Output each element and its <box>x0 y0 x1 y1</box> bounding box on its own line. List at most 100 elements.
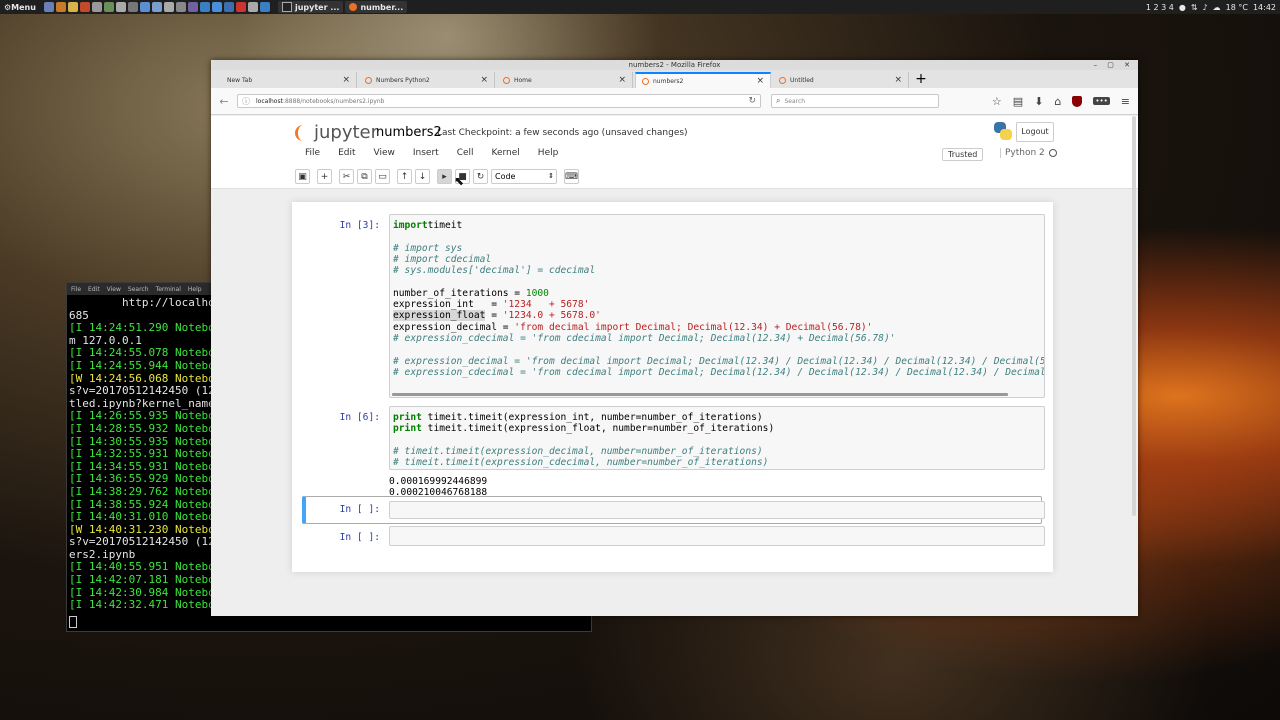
menu-cell[interactable]: Cell <box>447 148 482 158</box>
close-tab-icon[interactable]: × <box>894 75 902 85</box>
terminal-menu-edit[interactable]: Edit <box>88 286 100 293</box>
notebook-name[interactable]: numbers2 <box>376 125 442 140</box>
terminal-menu-search[interactable]: Search <box>128 286 149 293</box>
tab-untitled[interactable]: Untitled × <box>773 72 909 88</box>
logout-button[interactable]: Logout <box>1016 122 1054 142</box>
menu-insert[interactable]: Insert <box>403 148 447 158</box>
tab-label: New Tab <box>227 76 253 84</box>
terminal-menu-view[interactable]: View <box>107 286 121 293</box>
close-tab-icon[interactable]: × <box>618 75 626 85</box>
ublock-icon[interactable] <box>1072 95 1083 107</box>
app-launcher-icon[interactable] <box>103 2 114 12</box>
code-editor[interactable] <box>389 501 1045 519</box>
panel-menu-button[interactable]: ⚙Menu <box>0 3 40 12</box>
window-controls[interactable]: – ▢ ✕ <box>1094 60 1134 70</box>
extension-icon[interactable]: ••• <box>1093 97 1110 105</box>
code-cell[interactable]: In [ ]: <box>300 526 1045 550</box>
menu-file[interactable]: File <box>297 148 328 158</box>
kernel-indicator[interactable]: Python 2 <box>1000 148 1057 158</box>
code-cell[interactable]: In [6]: print timeit.timeit(expression_i… <box>300 406 1045 498</box>
tab-new-tab[interactable]: New Tab × <box>221 72 357 88</box>
volume-icon[interactable]: ♪ <box>1203 3 1208 12</box>
navigation-bar: ← ⓘ localhost :8888/notebooks/numbers2.i… <box>211 88 1138 115</box>
code-line: # import sys <box>393 242 463 254</box>
tab-numbers2[interactable]: numbers2 × <box>635 72 771 88</box>
folder-icon[interactable] <box>67 2 78 12</box>
app-launcher-icon[interactable] <box>79 2 90 12</box>
app-launcher-icon[interactable] <box>235 2 246 12</box>
clock[interactable]: 14:42 <box>1253 3 1276 12</box>
app-launcher-icon[interactable] <box>43 2 54 12</box>
cell-type-select[interactable]: Code ⇕ <box>491 169 557 184</box>
menu-kernel[interactable]: Kernel <box>482 148 528 158</box>
clipboard-icon[interactable]: ▤ <box>1013 95 1023 108</box>
close-tab-icon[interactable]: × <box>756 76 764 86</box>
app-launcher-icon[interactable] <box>151 2 162 12</box>
code-editor[interactable]: importtimeit # import sys # import cdecima… <box>389 214 1045 398</box>
back-icon[interactable]: ← <box>217 95 231 108</box>
code-cell[interactable]: In [ ]: <box>300 498 1045 522</box>
home-icon[interactable]: ⌂ <box>1054 95 1061 108</box>
new-tab-button[interactable]: + <box>911 72 931 88</box>
search-bar[interactable]: ⌕ Search <box>771 94 939 108</box>
paste-icon[interactable]: ▭ <box>375 169 390 184</box>
horizontal-scrollbar[interactable] <box>392 393 1008 396</box>
url-bar[interactable]: ⓘ localhost :8888/notebooks/numbers2.ipy… <box>237 94 761 108</box>
app-launcher-icon[interactable] <box>259 2 270 12</box>
keyboard-icon[interactable]: ⌨ <box>564 169 579 184</box>
reload-icon[interactable]: ↻ <box>748 96 756 106</box>
app-launcher-icon[interactable] <box>115 2 126 12</box>
move-up-icon[interactable]: ↑ <box>397 169 412 184</box>
menu-help[interactable]: Help <box>528 148 567 158</box>
app-launcher-icon[interactable] <box>175 2 186 12</box>
page-scrollbar[interactable] <box>1132 116 1136 516</box>
code-cell[interactable]: In [3]: importtimeit # import sys # import… <box>300 214 1045 398</box>
code-line: # timeit.timeit(expression_cdecimal, num… <box>393 457 769 469</box>
close-tab-icon[interactable]: × <box>342 75 350 85</box>
tab-numbers-python2[interactable]: Numbers Python2 × <box>359 72 495 88</box>
tab-home[interactable]: Home × <box>497 72 633 88</box>
network-icon[interactable]: ⇅ <box>1191 3 1198 12</box>
save-icon[interactable]: ▣ <box>295 169 310 184</box>
download-icon[interactable]: ⬇ <box>1034 95 1043 108</box>
move-down-icon[interactable]: ↓ <box>415 169 430 184</box>
app-launcher-icon[interactable] <box>127 2 138 12</box>
app-launcher-icon[interactable] <box>163 2 174 12</box>
app-launcher-icon[interactable] <box>199 2 210 12</box>
menu-edit[interactable]: Edit <box>328 148 363 158</box>
run-cell-button[interactable]: ▸ <box>437 169 452 184</box>
close-tab-icon[interactable]: × <box>480 75 488 85</box>
workspace-switcher[interactable]: 1 2 3 4 <box>1146 3 1174 12</box>
user-icon[interactable]: ● <box>1179 3 1186 12</box>
insert-cell-button[interactable]: + <box>317 169 332 184</box>
hamburger-menu-icon[interactable]: ≡ <box>1121 95 1130 108</box>
bookmark-star-icon[interactable]: ☆ <box>992 95 1002 108</box>
code-editor[interactable] <box>389 526 1045 546</box>
terminal-prompt[interactable] <box>67 614 591 631</box>
app-launcher-icon[interactable] <box>55 2 66 12</box>
app-launcher-icon[interactable] <box>187 2 198 12</box>
taskbar-item-jupyter[interactable]: jupyter ... <box>277 1 344 13</box>
terminal-menu-help[interactable]: Help <box>188 286 202 293</box>
app-launcher-icon[interactable] <box>139 2 150 12</box>
cut-icon[interactable]: ✂ <box>339 169 354 184</box>
python-logo-icon <box>994 122 1012 140</box>
kernel-idle-icon <box>1048 149 1057 157</box>
jupyter-logo[interactable]: jupyter <box>295 122 378 143</box>
code-editor[interactable]: print timeit.timeit(expression_int, numb… <box>389 406 1045 470</box>
restart-kernel-icon[interactable]: ↻ <box>473 169 488 184</box>
app-launcher-icon[interactable] <box>247 2 258 12</box>
app-launcher-icon[interactable] <box>91 2 102 12</box>
search-placeholder: Search <box>784 97 806 105</box>
terminal-menu-terminal[interactable]: Terminal <box>156 286 181 293</box>
copy-icon[interactable]: ⧉ <box>357 169 372 184</box>
taskbar-item-firefox[interactable]: number... <box>345 1 408 13</box>
cell-output: 0.000169992446899 0.000210046768188 <box>389 476 487 498</box>
weather-temp: 18 °C <box>1225 2 1248 12</box>
app-launcher-icon[interactable] <box>223 2 234 12</box>
trusted-badge[interactable]: Trusted <box>942 148 984 161</box>
app-launcher-icon[interactable] <box>211 2 222 12</box>
info-icon[interactable]: ⓘ <box>242 96 250 107</box>
menu-view[interactable]: View <box>364 148 403 158</box>
terminal-menu-file[interactable]: File <box>71 286 81 293</box>
